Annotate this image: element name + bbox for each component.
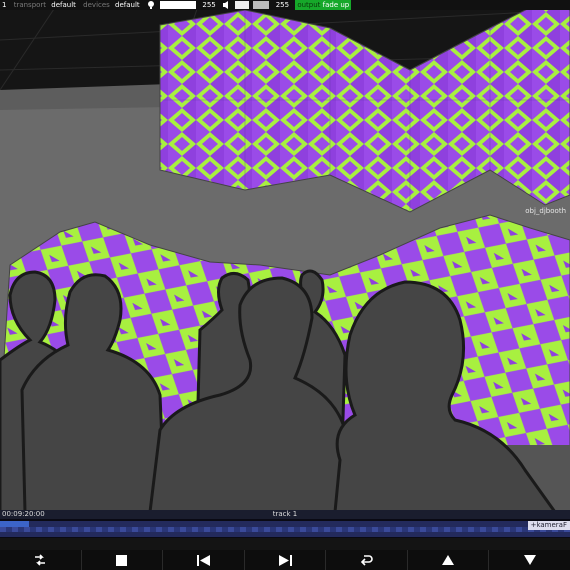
3d-viewport[interactable] [0,0,570,512]
level-b-value: 255 [275,1,290,9]
timeline-header: 00:09:20:00 track 1 [0,510,570,519]
stop-icon [116,554,128,566]
devices-label: devices [83,1,110,9]
timeline[interactable]: 00:09:20:00 track 1 +kameraF [0,510,570,550]
loop-button[interactable] [0,550,81,570]
output-status: output fade up [295,0,352,10]
devices-value[interactable]: default [115,0,140,10]
object-label: obj_djbooth [525,207,566,215]
bulb-icon [147,0,155,10]
skip-back-button[interactable] [162,550,244,570]
level-a-value: 255 [202,1,216,9]
level-b-fader[interactable] [235,1,250,9]
track-strip[interactable] [0,527,570,532]
timeline-lower-lane [0,538,570,550]
playhead-progress[interactable] [0,521,29,527]
transport-value[interactable]: default [51,0,76,10]
arrow-down-icon [523,555,536,565]
skip-forward-icon [278,554,292,566]
track-name: track 1 [272,510,298,518]
arrow-up-icon [442,555,455,565]
speaker-icon [222,0,231,10]
loop-icon [35,554,46,566]
cue-marker[interactable]: +kameraF [527,521,570,530]
transport-label: transport [13,1,47,9]
arrow-up-button[interactable] [406,550,489,570]
output-state: fade up [322,1,350,9]
level-b-bar[interactable] [253,1,270,9]
skip-forward-button[interactable] [243,550,326,570]
scene-render [0,0,570,512]
output-label: output [297,1,321,9]
skip-back-icon [196,554,210,566]
level-a-fader[interactable] [160,1,197,9]
status-bar: 1 transport default devices default 255 … [0,0,570,10]
arrow-down-button[interactable] [488,550,570,570]
transport-controls [0,550,570,570]
undo-icon [360,555,373,566]
undo-button[interactable] [325,550,407,570]
counter: 1 [2,1,7,9]
stop-button[interactable] [80,550,163,570]
